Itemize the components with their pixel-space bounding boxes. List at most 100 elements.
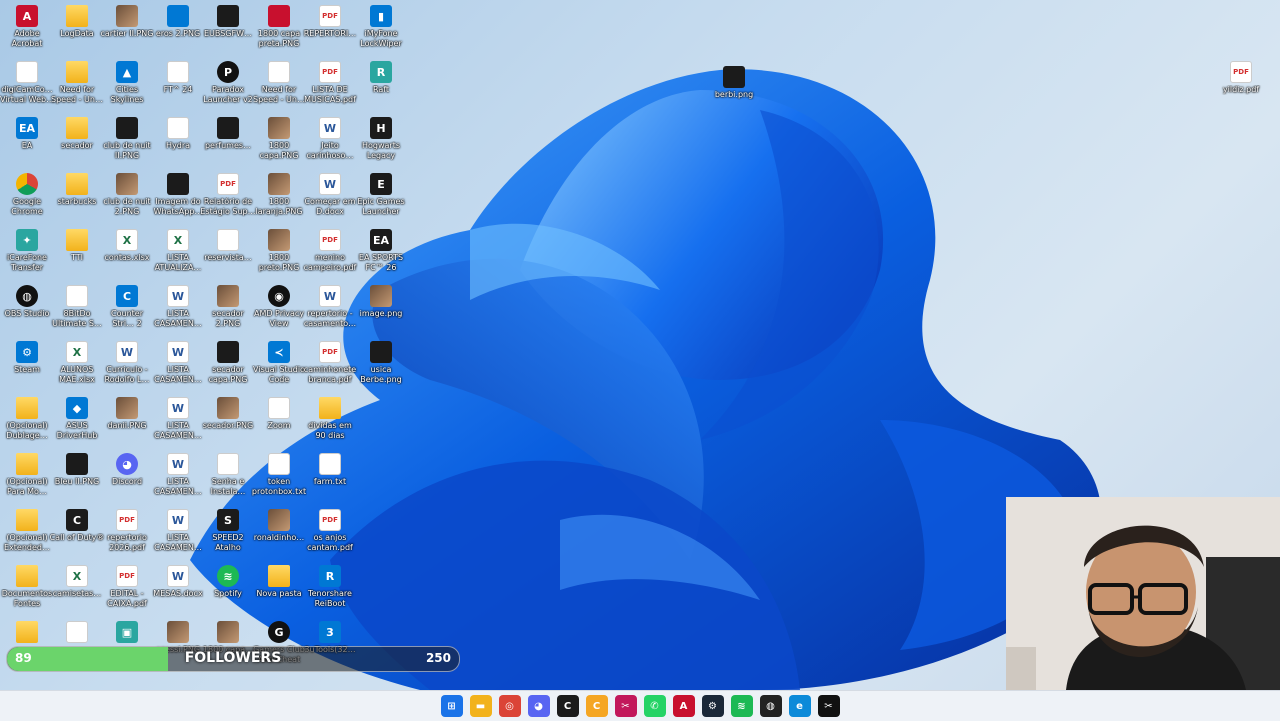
spotify-icon[interactable]: ≋: [730, 695, 753, 717]
desktop-icon[interactable]: PDF LISTA DE MUSICAS.pdf: [304, 61, 356, 117]
desktop-icon[interactable]: ≺ Visual Studio Code: [253, 341, 305, 397]
desktop-icon[interactable]: P Paradox Launcher v2: [203, 61, 253, 117]
desktop-icon[interactable]: R Tenorshare ReiBoot: [305, 565, 355, 621]
desktop-icon[interactable]: 1800 capa preta.PNG: [254, 5, 304, 61]
desktop-icon[interactable]: C Counter Stri… 2: [102, 285, 152, 341]
desktop-icon[interactable]: Hydra: [153, 117, 203, 173]
desktop-icon[interactable]: ◉ AMD Privacy View: [254, 285, 304, 341]
desktop-icon[interactable]: PDF REPERTORI…: [304, 5, 356, 61]
desktop-icon[interactable]: W LISTA CASAMEN…: [153, 509, 203, 565]
desktop-icon[interactable]: Imagem do WhatsApp…: [153, 173, 203, 229]
desktop-icon[interactable]: PDF os anjos cantam.pdf: [305, 509, 355, 565]
desktop-icon[interactable]: reservista…: [203, 229, 253, 285]
desktop-icon[interactable]: (Opcional) Extended…: [2, 509, 52, 565]
desktop-icon[interactable]: Nova pasta: [254, 565, 304, 621]
desktop-icon[interactable]: Bleu II.PNG: [52, 453, 102, 509]
desktop-icon[interactable]: W Jeito carinhoso…: [305, 117, 355, 173]
desktop-icon[interactable]: W Curriculo - Rodolfo L…: [102, 341, 152, 397]
desktop-icon[interactable]: berbi.png: [709, 66, 759, 122]
desktop-icon[interactable]: cartier II.PNG: [101, 5, 153, 61]
file-explorer-icon[interactable]: ▬: [469, 695, 492, 717]
desktop-icon[interactable]: usica Berbe.png: [356, 341, 406, 397]
desktop-icon[interactable]: 1800 preto.PNG: [254, 229, 304, 285]
desktop-icon[interactable]: dividas em 90 dias: [305, 397, 355, 453]
whatsapp-icon[interactable]: ✆: [643, 695, 666, 717]
desktop-icon[interactable]: club de nuit 2.PNG: [102, 173, 152, 229]
desktop-icon[interactable]: Xcontas.xlsx: [102, 229, 152, 285]
desktop-icon[interactable]: PDF Relatório de Estágio Sup…: [200, 173, 256, 229]
desktop-icon[interactable]: farm.txt: [305, 453, 355, 509]
desktop-icon[interactable]: S SPEED2 Atalho: [203, 509, 253, 565]
desktop-icon[interactable]: W LISTA CASAMEN…: [153, 453, 203, 509]
desktop-icon[interactable]: R Raft: [356, 61, 406, 117]
desktop-icon[interactable]: ◉ digiCamCo… Virtual Web…: [0, 61, 54, 117]
desktop-icon[interactable]: C Call of Duty®: [50, 509, 104, 565]
desktop-icon[interactable]: PDF EDITAL - CAIXA.pdf: [102, 565, 152, 621]
desktop-icon[interactable]: ≋ Spotify: [203, 565, 253, 621]
desktop-icon[interactable]: perfumes…: [203, 117, 253, 173]
desktop-icon[interactable]: ✦ iCareFone Transfer: [2, 229, 52, 285]
desktop-icon[interactable]: Wrepertorio - casamento…: [304, 285, 356, 341]
discord-icon[interactable]: ◕: [527, 695, 550, 717]
desktop-icon[interactable]: W LISTA CASAMEN…: [153, 285, 203, 341]
desktop-icon[interactable]: Senha e Instala…: [203, 453, 253, 509]
edge-icon[interactable]: e: [788, 695, 811, 717]
desktop-icon[interactable]: (Opcional) Para Mo…: [2, 453, 52, 509]
desktop-icon[interactable]: 1800 laranja.PNG: [254, 173, 304, 229]
desktop-icon[interactable]: image.png: [356, 285, 406, 341]
desktop-icon[interactable]: LogData: [52, 5, 102, 61]
desktop-icon[interactable]: token protonbox.txt: [252, 453, 306, 509]
capcut-icon[interactable]: ✂: [817, 695, 840, 717]
desktop-icon[interactable]: danii.PNG: [102, 397, 152, 453]
desktop-icon[interactable]: ronaldinho…: [254, 509, 304, 565]
desktop-icon[interactable]: PDF yildiz.pdf: [1216, 61, 1266, 117]
chrome-icon[interactable]: ◎: [498, 695, 521, 717]
desktop-icon[interactable]: starbucks: [52, 173, 102, 229]
desktop-icon[interactable]: W MESAS.docx: [153, 565, 203, 621]
snipping-tool-icon[interactable]: ✂: [614, 695, 637, 717]
desktop-icon[interactable]: W LISTA CASAMEN…: [153, 397, 203, 453]
desktop-icon[interactable]: H Hogwarts Legacy: [356, 117, 406, 173]
obs-icon[interactable]: ◍: [759, 695, 782, 717]
desktop-icon[interactable]: ⚙ Steam: [2, 341, 52, 397]
desktop-icon[interactable]: secador: [52, 117, 102, 173]
desktop-icon[interactable]: secador.PNG: [203, 397, 253, 453]
desktop-icon[interactable]: EUBSGFW…: [203, 5, 253, 61]
desktop-icon[interactable]: ◕ Discord: [102, 453, 152, 509]
desktop-icon[interactable]: Need for Speed - Un…: [51, 61, 103, 117]
desktop-icon[interactable]: (Opcional) Dublage…: [2, 397, 52, 453]
desktop-icon[interactable]: ◍ OBS Studio: [2, 285, 52, 341]
desktop-icon[interactable]: secador capa.PNG: [203, 341, 253, 397]
counter-strike-icon[interactable]: C: [585, 695, 608, 717]
desktop-icon[interactable]: secador 2.PNG: [203, 285, 253, 341]
desktop-icon[interactable]: Need for Speed - Un…: [253, 61, 305, 117]
desktop-icon[interactable]: FT^ 24: [153, 61, 203, 117]
desktop-icon[interactable]: PDF repertorio 2026.pdf: [102, 509, 152, 565]
desktop-icon[interactable]: PDF caminhonete branca.pdf: [304, 341, 356, 397]
start-button-icon[interactable]: ⊞: [440, 695, 463, 717]
desktop-icon[interactable]: ▮ iMyFone LockWiper: [356, 5, 406, 61]
desktop-icon[interactable]: Xcamisetas…: [52, 565, 102, 621]
desktop-icon[interactable]: A Adobe Acrobat: [2, 5, 52, 61]
call-of-duty-icon[interactable]: C: [556, 695, 579, 717]
desktop-icon[interactable]: PDF menino campeiro.pdf: [304, 229, 356, 285]
desktop-icon[interactable]: W Começar em D.docx: [304, 173, 356, 229]
adobe-acrobat-icon[interactable]: A: [672, 695, 695, 717]
desktop-icon[interactable]: Google Chrome: [2, 173, 52, 229]
desktop-icon[interactable]: EA EA SPORTS FC™ 26: [356, 229, 406, 285]
desktop-icon[interactable]: ◆ ASUS DriverHub: [52, 397, 102, 453]
desktop-icon[interactable]: eros 2.PNG: [153, 5, 203, 61]
desktop-icon[interactable]: Zoom: [254, 397, 304, 453]
steam-icon[interactable]: ⚙: [701, 695, 724, 717]
desktop-icon[interactable]: X LISTA ATUALIZA…: [153, 229, 203, 285]
desktop-icon[interactable]: club de nuit II.PNG: [102, 117, 152, 173]
desktop-icon[interactable]: EA EA: [2, 117, 52, 173]
desktop-icon[interactable]: Documentos Fontes: [2, 565, 52, 621]
desktop-icon[interactable]: 1800 capa.PNG: [254, 117, 304, 173]
desktop-icon[interactable]: ▲ Cities Skylines: [102, 61, 152, 117]
desktop-icon[interactable]: W LISTA CASAMEN…: [153, 341, 203, 397]
desktop-icon[interactable]: ▦ 8BitDo Ultimate S…: [52, 285, 102, 341]
desktop-icon[interactable]: TTI: [52, 229, 102, 285]
desktop-icon[interactable]: E Epic Games Launcher: [356, 173, 406, 229]
desktop-icon[interactable]: X ALUNOS MAE.xlsx: [52, 341, 102, 397]
